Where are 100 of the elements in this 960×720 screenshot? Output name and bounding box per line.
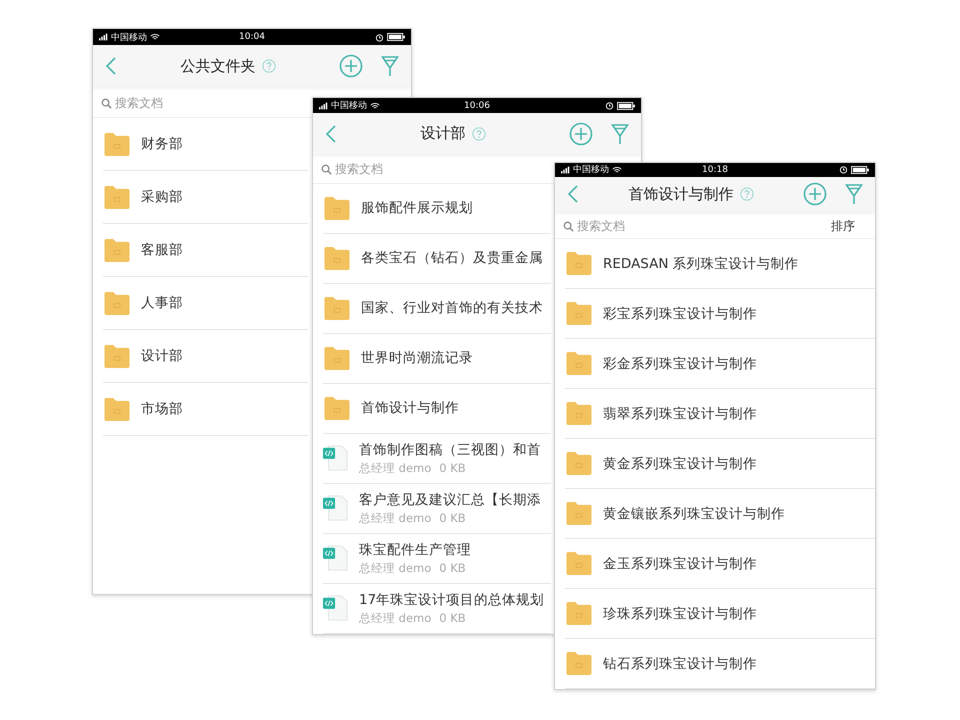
list-item[interactable]: 人事部: [103, 277, 308, 330]
carrier-name: 中国移动: [573, 164, 609, 176]
file-name: 17年珠宝设计项目的总体规划: [359, 590, 544, 609]
folder-icon: [323, 346, 351, 371]
search-field[interactable]: 搜索文档: [115, 96, 175, 110]
folder-name: 钻石系列珠宝设计与制作: [603, 654, 757, 672]
list-item[interactable]: 世界时尚潮流记录: [323, 334, 551, 384]
list-item[interactable]: 客户意见及建议汇总【长期添 总经理 demo 0 KB: [323, 484, 551, 534]
folder-icon: [565, 601, 593, 626]
list-item[interactable]: 各类宝石（钻石）及贵重金属: [323, 234, 551, 284]
folder-name: 世界时尚潮流记录: [361, 349, 473, 368]
folder-name: 金玉系列珠宝设计与制作: [603, 554, 757, 572]
help-icon[interactable]: [262, 59, 276, 73]
file-owner: 总经理 demo: [359, 460, 432, 476]
code-file-icon: [323, 443, 349, 474]
list-item[interactable]: 翡翠系列珠宝设计与制作: [565, 389, 875, 439]
wifi-icon: [370, 102, 380, 110]
list-item[interactable]: 彩金系列珠宝设计与制作: [565, 339, 875, 389]
folder-name: 彩宝系列珠宝设计与制作: [603, 304, 757, 322]
status-time: 10:18: [702, 164, 728, 175]
file-size: 0 KB: [439, 510, 466, 526]
list-item[interactable]: 珠宝配件生产管理 总经理 demo 0 KB: [323, 534, 551, 584]
screen-title: 设计部: [420, 124, 466, 144]
sort-button[interactable]: 排序: [827, 216, 867, 237]
folder-icon: [103, 344, 131, 368]
list-item[interactable]: 国家、行业对首饰的有关技术: [323, 284, 551, 334]
folder-icon: [565, 251, 593, 276]
file-name: 首饰制作图稿（三视图）和首: [359, 440, 541, 459]
search-field[interactable]: 搜索文档: [335, 162, 395, 176]
folder-name: 客服部: [141, 241, 183, 259]
help-icon[interactable]: [472, 126, 486, 141]
folder-icon: [323, 246, 351, 271]
list-item[interactable]: REDASAN 系列珠宝设计与制作: [565, 239, 875, 289]
file-size: 0 KB: [439, 460, 466, 476]
list-item[interactable]: 服饰配件展示规划: [323, 184, 551, 234]
list-item[interactable]: 首饰制作图稿（三视图）和首 总经理 demo 0 KB: [323, 434, 551, 484]
battery-icon: [617, 102, 635, 110]
folder-name: 首饰设计与制作: [361, 399, 459, 418]
folder-name: 国家、行业对首饰的有关技术: [361, 299, 543, 318]
add-button[interactable]: [801, 180, 829, 208]
signal-icon: [561, 166, 570, 174]
folder-icon: [565, 301, 593, 326]
folder-name: 彩金系列珠宝设计与制作: [603, 354, 757, 372]
file-owner: 总经理 demo: [359, 610, 432, 626]
wifi-icon: [150, 33, 160, 41]
help-icon[interactable]: [740, 187, 754, 202]
folder-icon: [565, 351, 593, 376]
folder-name: 珍珠系列珠宝设计与制作: [603, 604, 757, 622]
file-owner: 总经理 demo: [359, 510, 432, 526]
add-button[interactable]: [337, 52, 365, 80]
list-item[interactable]: 黄金镶嵌系列珠宝设计与制作: [565, 489, 875, 539]
folder-icon: [103, 132, 131, 156]
screen-title: 公共文件夹: [180, 56, 256, 76]
signal-icon: [99, 33, 108, 41]
folder-icon: [103, 238, 131, 262]
signal-icon: [319, 102, 328, 110]
list-item[interactable]: 黄金系列珠宝设计与制作: [565, 439, 875, 489]
status-time: 10:04: [239, 32, 265, 42]
folder-icon: [565, 551, 593, 576]
folder-icon: [323, 196, 351, 221]
search-icon: [101, 98, 112, 108]
list-item[interactable]: 首饰设计与制作: [323, 384, 551, 434]
list-item[interactable]: 珍珠系列珠宝设计与制作: [565, 589, 875, 639]
folder-name: 财务部: [141, 135, 183, 153]
folder-name: 各类宝石（钻石）及贵重金属: [361, 249, 543, 268]
folder-icon: [565, 451, 593, 476]
list-item[interactable]: 客服部: [103, 224, 308, 277]
folder-name: 采购部: [141, 188, 183, 206]
search-field[interactable]: 搜索文档: [577, 219, 637, 234]
status-time: 10:06: [464, 100, 490, 111]
folder-icon: [323, 296, 351, 321]
folder-icon: [565, 501, 593, 526]
folder-name: 设计部: [141, 347, 183, 365]
list-item[interactable]: 财务部: [103, 118, 308, 171]
folder-icon: [565, 401, 593, 426]
folder-icon: [103, 184, 131, 210]
screen-title: 首饰设计与制作: [628, 184, 734, 204]
folder-name: REDASAN 系列珠宝设计与制作: [603, 254, 799, 272]
code-file-icon: [323, 543, 349, 574]
carrier-name: 中国移动: [331, 100, 367, 112]
list-item[interactable]: 彩宝系列珠宝设计与制作: [565, 289, 875, 339]
folder-name: 黄金系列珠宝设计与制作: [603, 454, 757, 472]
list-item[interactable]: 17年珠宝设计项目的总体规划 总经理 demo 0 KB: [323, 584, 551, 634]
folder-icon: [323, 396, 351, 421]
alarm-icon: [839, 165, 848, 174]
list-item[interactable]: 市场部: [103, 383, 308, 436]
list-item[interactable]: 采购部: [103, 171, 308, 224]
folder-name: 翡翠系列珠宝设计与制作: [603, 404, 757, 422]
folder-name: 人事部: [141, 294, 183, 312]
folder-icon: [103, 396, 131, 422]
file-owner: 总经理 demo: [359, 560, 432, 576]
file-size: 0 KB: [439, 560, 466, 576]
alarm-icon: [605, 101, 614, 110]
list-item[interactable]: 钻石系列珠宝设计与制作: [565, 639, 875, 689]
code-file-icon: [323, 493, 349, 524]
list-item[interactable]: 设计部: [103, 330, 308, 383]
file-name: 珠宝配件生产管理: [359, 540, 471, 559]
list-item[interactable]: 金玉系列珠宝设计与制作: [565, 539, 875, 589]
alarm-icon: [375, 32, 384, 42]
add-button[interactable]: [567, 120, 595, 148]
